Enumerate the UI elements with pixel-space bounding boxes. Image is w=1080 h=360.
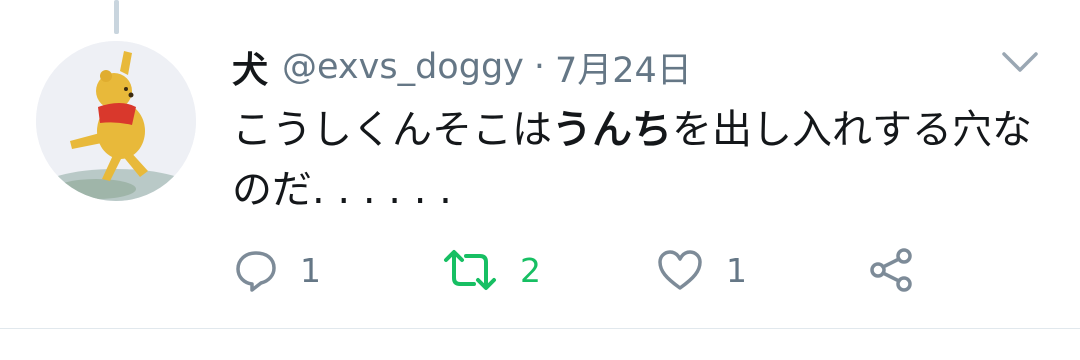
tweet-menu-button[interactable]	[1000, 48, 1040, 76]
share-nodes-icon	[870, 248, 912, 292]
separator-dot: ·	[533, 47, 546, 87]
avatar[interactable]	[36, 41, 196, 201]
tweet-text: こうしくんそこはうんちを出し入れする穴なのだ. . . . . .	[232, 100, 1052, 220]
avatar-image	[36, 41, 196, 201]
thread-connector-line	[114, 0, 119, 34]
tweet-date[interactable]: 7月24日	[555, 42, 692, 93]
chevron-down-icon	[1002, 52, 1038, 72]
reply-count: 1	[300, 250, 321, 290]
tweet-text-part: こうしくんそこは	[232, 107, 552, 153]
tweet-divider	[0, 328, 1080, 329]
tweet-header: 犬 @exvs_doggy · 7月24日	[232, 42, 692, 92]
like-button[interactable]: 1	[656, 240, 747, 300]
retweet-button[interactable]: 2	[442, 240, 541, 300]
retweet-arrows-icon	[444, 250, 496, 290]
tweet-text-bold: うんち	[552, 107, 672, 153]
like-count: 1	[726, 250, 747, 290]
share-button[interactable]	[868, 240, 916, 300]
heart-icon	[658, 250, 702, 290]
display-name[interactable]: 犬	[232, 41, 268, 93]
tweet-actions: 1 2 1	[0, 240, 1080, 300]
retweet-count: 2	[520, 250, 541, 290]
user-handle[interactable]: @exvs_doggy	[282, 47, 524, 87]
reply-bubble-icon	[236, 251, 276, 292]
reply-button[interactable]: 1	[234, 240, 321, 300]
